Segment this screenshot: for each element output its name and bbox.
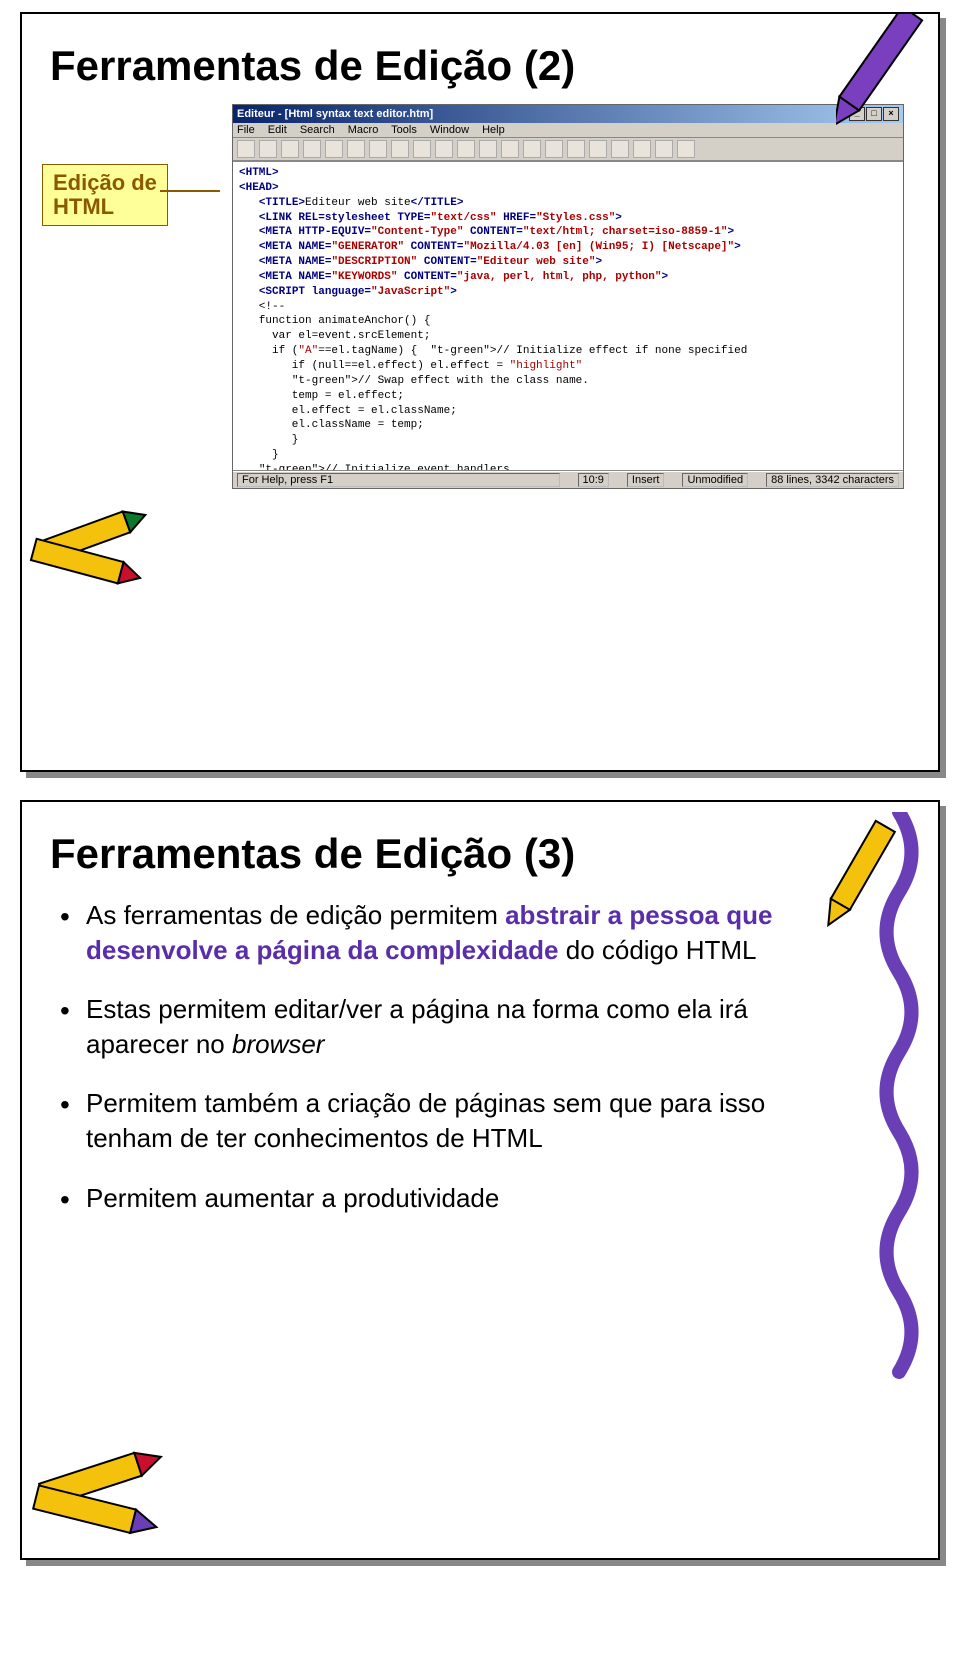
toolbar-button[interactable]	[501, 140, 519, 158]
bullet-list: As ferramentas de edição permitem abstra…	[50, 898, 830, 1216]
toolbar[interactable]	[233, 138, 903, 161]
toolbar-button[interactable]	[677, 140, 695, 158]
toolbar-button[interactable]	[589, 140, 607, 158]
menu-search[interactable]: Search	[300, 124, 335, 136]
html-edit-label: Edição de HTML	[42, 164, 168, 226]
crayon-icon	[20, 474, 172, 614]
status-modified: Unmodified	[682, 473, 748, 487]
bullet-italic: browser	[232, 1029, 324, 1059]
status-mode: Insert	[627, 473, 665, 487]
menu-tools[interactable]: Tools	[391, 124, 417, 136]
bullet-item: Permitem também a criação de páginas sem…	[60, 1086, 830, 1156]
bullet-text: As ferramentas de edição permitem	[86, 900, 505, 930]
bullet-text: do código HTML	[559, 935, 757, 965]
toolbar-button[interactable]	[655, 140, 673, 158]
close-icon[interactable]: ×	[883, 107, 899, 121]
menu-help[interactable]: Help	[482, 124, 505, 136]
toolbar-button[interactable]	[347, 140, 365, 158]
crayon-icon	[20, 1414, 194, 1560]
toolbar-button[interactable]	[237, 140, 255, 158]
toolbar-button[interactable]	[611, 140, 629, 158]
toolbar-button[interactable]	[545, 140, 563, 158]
bullet-text: Estas permitem editar/ver a página na fo…	[86, 994, 748, 1059]
toolbar-button[interactable]	[567, 140, 585, 158]
menubar[interactable]: File Edit Search Macro Tools Window Help	[233, 123, 903, 138]
menu-macro[interactable]: Macro	[348, 124, 379, 136]
toolbar-button[interactable]	[281, 140, 299, 158]
toolbar-button[interactable]	[479, 140, 497, 158]
window-controls[interactable]: _□×	[848, 107, 899, 121]
squiggle-decoration	[874, 812, 924, 1392]
toolbar-button[interactable]	[435, 140, 453, 158]
slide-2: Ferramentas de Edição (3) As ferramentas…	[20, 800, 940, 1560]
callout-line	[160, 190, 220, 192]
slide-content: As ferramentas de edição permitem abstra…	[50, 898, 910, 1216]
maximize-icon[interactable]: □	[866, 107, 882, 121]
toolbar-button[interactable]	[391, 140, 409, 158]
bullet-text: Permitem aumentar a produtividade	[86, 1183, 499, 1213]
menu-edit[interactable]: Edit	[268, 124, 287, 136]
slide-title: Ferramentas de Edição (3)	[50, 830, 910, 878]
toolbar-button[interactable]	[457, 140, 475, 158]
editor-window: Editeur - [Html syntax text editor.htm] …	[232, 104, 904, 489]
statusbar: For Help, press F1 10:9 Insert Unmodifie…	[233, 471, 903, 488]
toolbar-button[interactable]	[325, 140, 343, 158]
bullet-text: Permitem também a criação de páginas sem…	[86, 1088, 765, 1153]
toolbar-button[interactable]	[633, 140, 651, 158]
toolbar-button[interactable]	[369, 140, 387, 158]
menu-file[interactable]: File	[237, 124, 255, 136]
toolbar-button[interactable]	[303, 140, 321, 158]
status-pos: 10:9	[578, 473, 609, 487]
menu-window[interactable]: Window	[430, 124, 469, 136]
slide-title: Ferramentas de Edição (2)	[50, 42, 910, 90]
status-help: For Help, press F1	[237, 473, 560, 487]
bullet-item: Permitem aumentar a produtividade	[60, 1181, 830, 1216]
code-area[interactable]: <HTML> <HEAD> <TITLE>Editeur web site</T…	[233, 161, 903, 471]
bullet-item: Estas permitem editar/ver a página na fo…	[60, 992, 830, 1062]
bullet-item: As ferramentas de edição permitem abstra…	[60, 898, 830, 968]
status-stats: 88 lines, 3342 characters	[766, 473, 899, 487]
toolbar-button[interactable]	[259, 140, 277, 158]
window-title: Editeur - [Html syntax text editor.htm]	[237, 108, 433, 120]
toolbar-button[interactable]	[413, 140, 431, 158]
minimize-icon[interactable]: _	[849, 107, 865, 121]
window-titlebar: Editeur - [Html syntax text editor.htm] …	[233, 105, 903, 123]
toolbar-button[interactable]	[523, 140, 541, 158]
slide-1: Ferramentas de Edição (2) Edição de HTML…	[20, 12, 940, 772]
